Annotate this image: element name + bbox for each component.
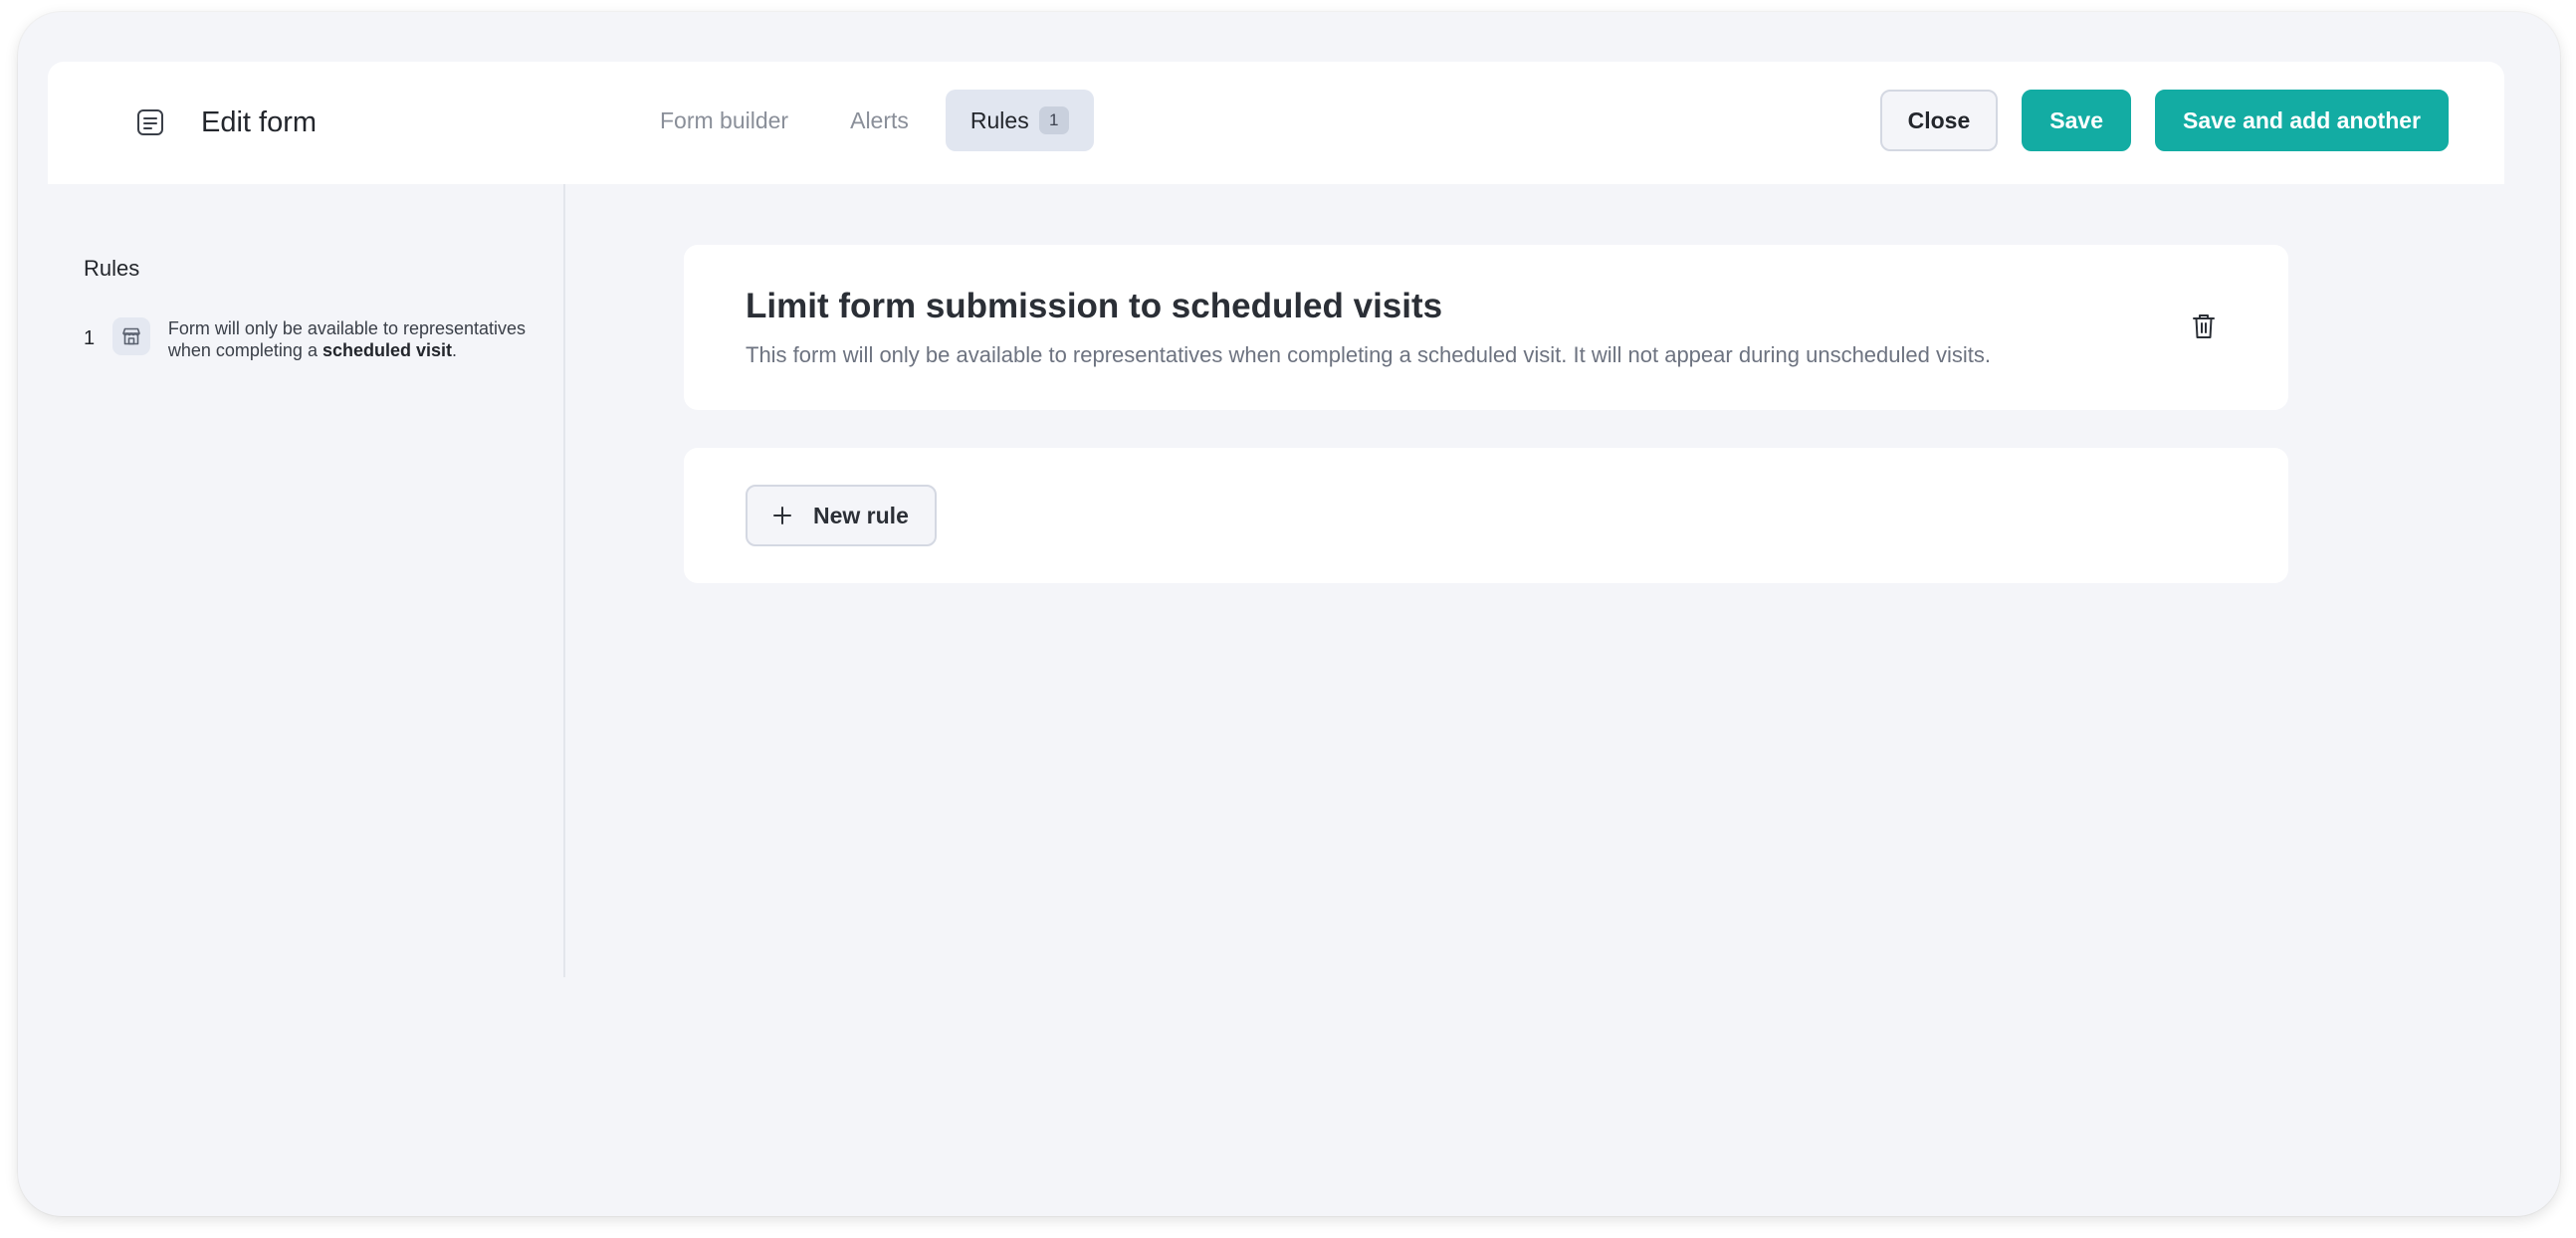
tab-rules[interactable]: Rules 1 [945, 90, 1094, 151]
tab-label: Alerts [850, 106, 909, 133]
new-rule-label: New rule [813, 502, 909, 528]
tab-bar: Form builder Alerts Rules 1 [635, 90, 1106, 151]
tab-label: Form builder [660, 106, 789, 133]
trash-icon[interactable] [2191, 312, 2217, 340]
save-and-add-another-button[interactable]: Save and add another [2154, 90, 2449, 151]
header-actions: Close Save Save and add another [1879, 90, 2449, 151]
new-rule-button[interactable]: New rule [746, 485, 937, 546]
form-clipboard-icon [137, 109, 163, 135]
rules-sidebar: Rules 1 Form will only be available to r… [48, 184, 565, 977]
app-window: Edit form Form builder Alerts Rules 1 Cl… [18, 12, 2560, 1216]
header-bar: Edit form Form builder Alerts Rules 1 Cl… [48, 62, 2504, 184]
tab-alerts[interactable]: Alerts [825, 90, 934, 151]
tab-form-builder[interactable]: Form builder [635, 90, 813, 151]
new-rule-card: New rule [684, 448, 2288, 583]
rule-card: Limit form submission to scheduled visit… [684, 245, 2288, 410]
rule-description: This form will only be available to repr… [746, 342, 1991, 367]
plus-icon [773, 507, 791, 524]
rule-summary-bold: scheduled visit [322, 340, 453, 360]
rule-summary: Form will only be available to represent… [168, 317, 541, 361]
rule-title: Limit form submission to scheduled visit… [746, 287, 1443, 325]
save-button[interactable]: Save [2022, 90, 2131, 151]
rules-count-badge: 1 [1038, 106, 1069, 134]
tab-label: Rules [969, 106, 1029, 133]
rule-summary-suffix: . [452, 340, 458, 360]
sidebar-title: Rules [84, 256, 140, 281]
sidebar-rule-item[interactable]: 1 Form will only be available to represe… [84, 317, 541, 361]
store-icon [111, 317, 150, 355]
rule-number: 1 [84, 327, 96, 349]
page-title: Edit form [201, 106, 318, 138]
close-button[interactable]: Close [1879, 90, 1999, 151]
